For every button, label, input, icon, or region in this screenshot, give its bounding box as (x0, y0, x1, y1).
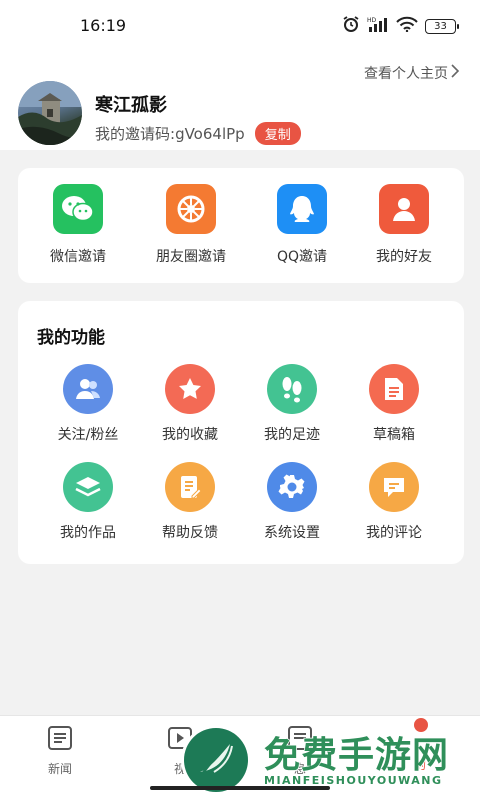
invite-code: gVo64lPp (175, 124, 245, 143)
func-comments[interactable]: 我的评论 (339, 462, 449, 542)
func-label: 我的作品 (60, 525, 116, 541)
comment-icon (369, 462, 419, 512)
invite-item-qq[interactable]: QQ邀请 (247, 184, 357, 266)
invite-item-moments[interactable]: 朋友圈邀请 (136, 184, 246, 266)
func-favorites[interactable]: 我的收藏 (135, 364, 245, 444)
profile-header: 查看个人主页 寒江孤影 我的邀请码: gVo64lPp 复制 (0, 50, 480, 150)
func-label: 我的足迹 (264, 427, 320, 443)
invite-item-label: 我的好友 (376, 249, 432, 265)
nav-label: 新闻 (47, 762, 72, 776)
func-label: 我的评论 (366, 525, 422, 541)
star-icon (165, 364, 215, 414)
func-settings[interactable]: 系统设置 (237, 462, 347, 542)
func-label: 我的收藏 (162, 427, 218, 443)
invite-item-label: 朋友圈邀请 (156, 249, 226, 265)
username: 寒江孤影 (95, 95, 167, 116)
chevron-right-icon (450, 64, 460, 82)
view-home-link[interactable]: 查看个人主页 (364, 63, 460, 83)
func-footprint[interactable]: 我的足迹 (237, 364, 347, 444)
func-label: 帮助反馈 (162, 525, 218, 541)
invite-code-label: 我的邀请码: (95, 125, 176, 143)
func-follow[interactable]: 关注/粉丝 (33, 364, 143, 444)
qq-icon (277, 184, 327, 234)
func-drafts[interactable]: 草稿箱 (339, 364, 449, 444)
signal-icon: HD (367, 16, 389, 36)
func-label: 关注/粉丝 (57, 427, 119, 443)
functions-card: 我的功能 关注/粉丝 我的收藏 我的足迹 草稿箱 我的作品 帮助反馈 系统设置 … (18, 301, 464, 564)
nav-item-news[interactable]: 新闻 (20, 724, 100, 777)
friends-icon (379, 184, 429, 234)
watermark-title: 免费手游网 (263, 734, 450, 777)
wechat-icon (53, 184, 103, 234)
draft-icon (369, 364, 419, 414)
svg-text:HD: HD (367, 17, 377, 24)
news-icon (46, 724, 74, 756)
home-indicator (150, 786, 330, 790)
invite-item-label: QQ邀请 (276, 249, 328, 265)
follow-icon (63, 364, 113, 414)
func-feedback[interactable]: 帮助反馈 (135, 462, 245, 542)
alarm-icon (342, 15, 360, 37)
func-label: 系统设置 (264, 525, 320, 541)
invite-item-wechat[interactable]: 微信邀请 (23, 184, 133, 266)
watermark-logo-icon (184, 728, 248, 792)
invite-item-label: 微信邀请 (50, 249, 106, 265)
view-home-label: 查看个人主页 (364, 66, 448, 82)
gear-icon (267, 462, 317, 512)
invite-item-friends[interactable]: 我的好友 (349, 184, 459, 266)
feedback-icon (165, 462, 215, 512)
status-icons: HD 33 (342, 15, 459, 37)
status-bar: 16:19 HD 33 (0, 0, 480, 50)
footprint-icon (267, 364, 317, 414)
invite-card: 微信邀请 朋友圈邀请 QQ邀请 我的好友 (18, 168, 464, 283)
func-label: 草稿箱 (373, 427, 415, 443)
invite-code-row: 我的邀请码: gVo64lPp 复制 (95, 122, 301, 145)
layers-icon (63, 462, 113, 512)
moments-icon (166, 184, 216, 234)
wifi-icon (396, 16, 418, 36)
copy-button[interactable]: 复制 (254, 122, 301, 145)
func-works[interactable]: 我的作品 (33, 462, 143, 542)
avatar[interactable] (18, 81, 82, 145)
status-time: 16:19 (80, 16, 127, 35)
battery-icon: 33 (425, 18, 459, 34)
functions-title: 我的功能 (37, 328, 105, 348)
